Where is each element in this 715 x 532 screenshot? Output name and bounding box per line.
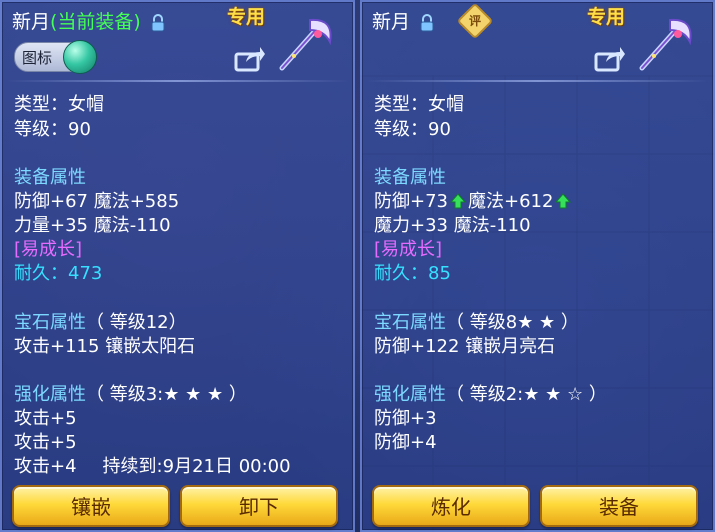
icon-toggle[interactable]: 图标 <box>14 40 97 74</box>
share-icon[interactable] <box>234 44 266 72</box>
enhance-line-3: 攻击+4 <box>14 456 77 477</box>
enhance-attr-row: 强化属性（ 等级2:★ ★ ☆ ） <box>374 380 607 406</box>
enhance-line-1: 防御+3 <box>374 408 437 429</box>
attr-defense: 防御+73 <box>374 191 448 212</box>
enhance-attr-header: 强化属性 <box>374 384 446 405</box>
attr-magic: 魔法+612 <box>468 191 554 212</box>
item-type: 类型：女帽 <box>374 94 464 115</box>
lock-icon <box>151 13 165 31</box>
lock-icon <box>420 13 434 31</box>
enhance-level: （ 等级3: <box>86 384 164 405</box>
enhance-line-3-row: 攻击+4 持续到:9月21日 00:00 <box>14 452 291 478</box>
attr-line-2: 魔力+33 魔法-110 <box>374 215 531 236</box>
weapon-icon <box>279 18 332 71</box>
special-tag: [易成长] <box>374 239 443 260</box>
attr-line-1-row: 防御+73 魔法+612 <box>374 187 573 213</box>
gem-line: 攻击+115 镶嵌太阳石 <box>14 336 196 357</box>
item-level: 等级：90 <box>374 119 451 140</box>
enhance-level: （ 等级2: <box>446 384 524 405</box>
gem-level: （ 等级8 <box>446 312 518 333</box>
share-icon[interactable] <box>594 44 626 72</box>
up-arrow-icon <box>555 193 572 209</box>
gem-attr-row: 宝石属性（ 等级8★ ★ ） <box>374 308 579 334</box>
item-name: 新月 <box>12 11 51 33</box>
equip-attr-header: 装备属性 <box>374 167 446 188</box>
gem-attr-header: 宝石属性 <box>14 312 86 333</box>
exclusive-label: 专用 <box>587 6 626 28</box>
enhance-attr-header: 强化属性 <box>14 384 86 405</box>
enhance-line-1: 攻击+5 <box>14 408 77 429</box>
eval-badge-label: 评 <box>468 14 481 28</box>
item-level: 等级：90 <box>14 119 91 140</box>
special-tag: [易成长] <box>14 239 83 260</box>
equip-attr-header: 装备属性 <box>14 167 86 188</box>
icon-toggle-label: 图标 <box>22 49 53 67</box>
toggle-knob <box>63 40 97 74</box>
attr-line-1: 防御+67 魔法+585 <box>14 191 180 212</box>
item-type: 类型：女帽 <box>14 94 104 115</box>
up-arrow-icon <box>450 193 466 209</box>
compare-item-panel: 新月 评 专用 类型：女帽 等级：90 装备属性 防御+73 魔法+612 魔力+… <box>360 0 715 532</box>
eval-badge-icon[interactable]: 评 <box>456 2 494 40</box>
unequip-button[interactable]: 卸下 <box>180 485 338 527</box>
enhance-line-2: 攻击+5 <box>14 432 77 453</box>
weapon-icon <box>639 18 692 71</box>
item-title: 新月(当前装备) <box>12 7 165 34</box>
divider <box>366 80 709 82</box>
gem-attr-row: 宝石属性（ 等级12） <box>14 308 187 334</box>
item-name: 新月 <box>372 11 411 33</box>
gem-attr-header: 宝石属性 <box>374 312 446 333</box>
equipped-status: (当前装备) <box>50 11 141 33</box>
enhance-stars: ★ ★ ★ ） <box>163 384 247 405</box>
duration: 持续到:9月21日 00:00 <box>102 456 291 477</box>
equip-button[interactable]: 装备 <box>540 485 698 527</box>
divider <box>6 80 349 82</box>
exclusive-label: 专用 <box>227 6 266 28</box>
item-title: 新月 <box>372 7 434 34</box>
enhance-attr-row: 强化属性（ 等级3:★ ★ ★ ） <box>14 380 247 406</box>
gem-level: （ 等级12） <box>86 312 187 333</box>
durability: 耐久：473 <box>14 263 103 284</box>
enhance-line-2: 防御+4 <box>374 432 437 453</box>
attr-line-2: 力量+35 魔法-110 <box>14 215 171 236</box>
equipped-item-panel: 新月(当前装备) 专用 图标 类型：女帽 等级：90 装备属性 防御+67 魔法… <box>0 0 355 532</box>
gem-stars: ★ ★ ） <box>517 312 579 333</box>
refine-button[interactable]: 炼化 <box>372 485 530 527</box>
inlay-button[interactable]: 镶嵌 <box>12 485 170 527</box>
enhance-stars: ★ ★ ☆ ） <box>523 384 607 405</box>
durability: 耐久：85 <box>374 263 451 284</box>
gem-line: 防御+122 镶嵌月亮石 <box>374 336 556 357</box>
